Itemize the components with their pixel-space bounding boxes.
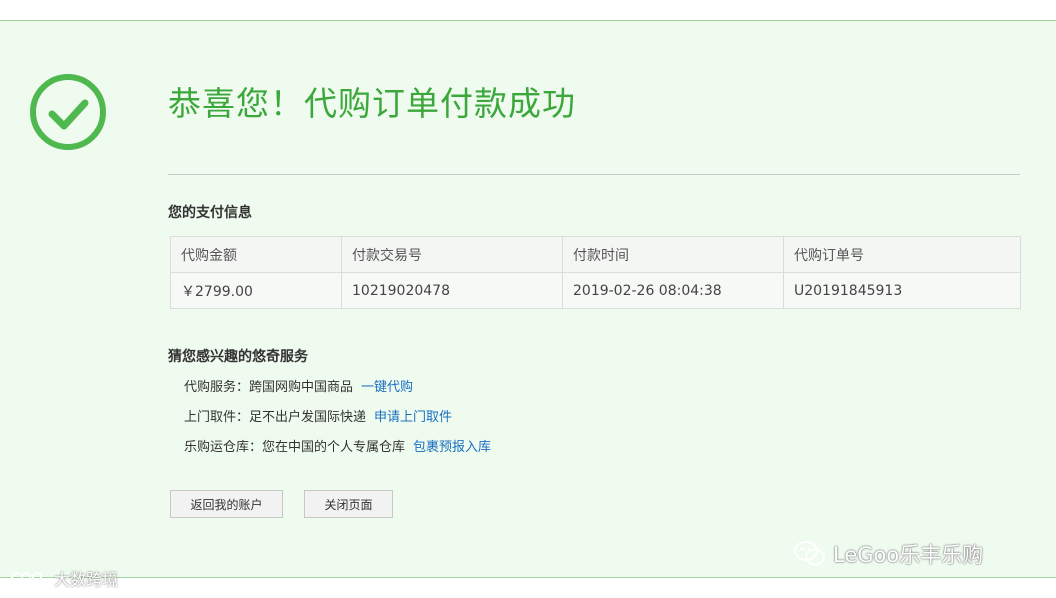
service-label: 上门取件：足不出户发国际快递 [184, 410, 367, 425]
legoo-watermark-text: LeGoo乐丰乐购 [833, 543, 984, 567]
service-link-daigou[interactable]: 一键代购 [361, 380, 413, 395]
table-header-row: 代购金额 付款交易号 付款时间 代购订单号 [170, 236, 1021, 273]
list-item: 乐购运仓库：您在中国的个人专属仓库 包裹预报入库 [184, 433, 491, 463]
col-time-header: 付款时间 [562, 236, 784, 273]
service-link-pickup[interactable]: 申请上门取件 [374, 410, 452, 425]
amount-cell: ￥2799.00 [170, 272, 342, 309]
wechat-icon [794, 541, 825, 566]
transaction-no-cell: 10219020478 [341, 272, 563, 309]
dashu-watermark-text: 大数跨境 [54, 570, 119, 589]
list-item: 代购服务：跨国网购中国商品 一键代购 [184, 373, 491, 403]
dashu-watermark: 大数跨境 [8, 566, 118, 590]
table-row: ￥2799.00 10219020478 2019-02-26 08:04:38… [170, 272, 1021, 309]
service-link-forecast[interactable]: 包裹预报入库 [413, 440, 491, 455]
legoo-watermark: LeGoo乐丰乐购 [793, 539, 983, 569]
services-list: 代购服务：跨国网购中国商品 一键代购 上门取件：足不出户发国际快递 申请上门取件 乐… [184, 373, 491, 463]
divider [168, 174, 1020, 175]
col-order-header: 代购订单号 [783, 236, 1021, 273]
close-page-button[interactable]: 关闭页面 [304, 490, 393, 518]
col-amount-header: 代购金额 [170, 236, 342, 273]
success-panel: 恭喜您！代购订单付款成功 您的支付信息 代购金额 付款交易号 付款时间 代购订单… [0, 20, 1056, 578]
list-item: 上门取件：足不出户发国际快递 申请上门取件 [184, 403, 491, 433]
check-circle-icon [30, 74, 106, 150]
back-to-account-button[interactable]: 返回我的账户 [170, 490, 283, 518]
payment-info-title: 您的支付信息 [168, 205, 252, 221]
order-no-cell: U20191845913 [783, 272, 1021, 309]
services-title: 猜您感兴趣的悠奇服务 [168, 349, 308, 365]
watermark-logo-icon [10, 572, 42, 583]
service-label: 乐购运仓库：您在中国的个人专属仓库 [184, 440, 406, 455]
pay-time-cell: 2019-02-26 08:04:38 [562, 272, 784, 309]
payment-info-table: 代购金额 付款交易号 付款时间 代购订单号 ￥2799.00 102190204… [170, 236, 1021, 309]
page-title: 恭喜您！代购订单付款成功 [168, 84, 576, 123]
service-label: 代购服务：跨国网购中国商品 [184, 380, 354, 395]
col-transaction-header: 付款交易号 [341, 236, 563, 273]
